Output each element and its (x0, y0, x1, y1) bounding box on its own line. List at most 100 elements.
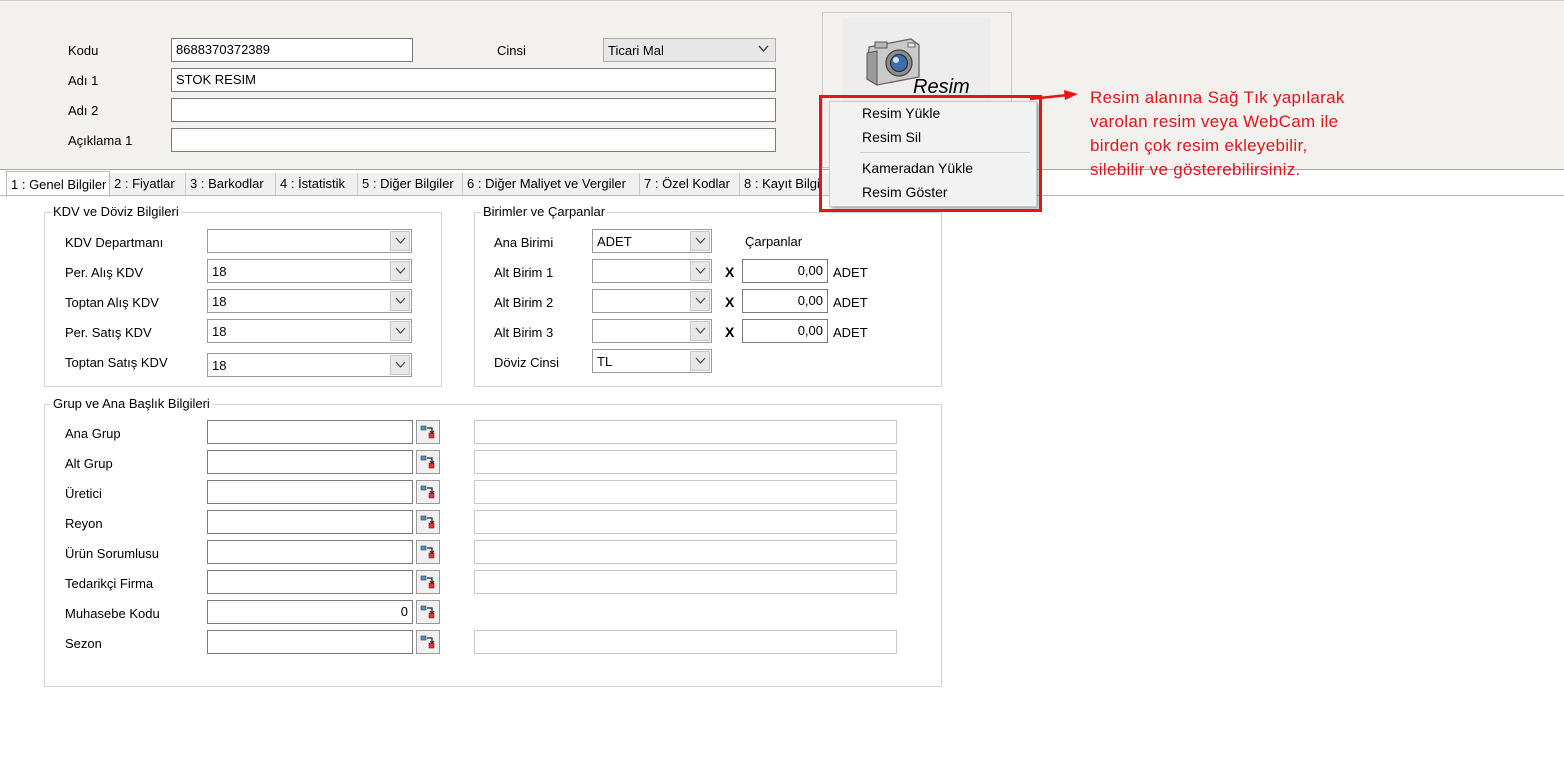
lookup-icon[interactable] (416, 540, 440, 564)
ana-birim-value: ADET (597, 234, 632, 249)
chevron-down-icon[interactable] (690, 231, 710, 251)
grup-group-title: Grup ve Ana Başlık Bilgileri (51, 396, 212, 412)
aciklama1-input[interactable] (171, 128, 776, 152)
alt-grup-label: Alt Grup (65, 456, 113, 471)
sezon-label: Sezon (65, 636, 102, 651)
tab-genel-bilgiler[interactable]: 1 : Genel Bilgiler (6, 171, 110, 197)
toptan-alis-kdv-select[interactable]: 18 (207, 289, 412, 313)
alt-birim-1-factor[interactable]: 0,00 (742, 259, 828, 283)
birim-group-title: Birimler ve Çarpanlar (481, 204, 608, 220)
uretici-input[interactable] (207, 480, 413, 504)
kdv-group-title: KDV ve Döviz Bilgileri (51, 204, 181, 220)
alt-birim-3-unit: ADET (833, 325, 868, 340)
per-satis-kdv-label: Per. Satış KDV (65, 325, 152, 340)
per-alis-kdv-select[interactable]: 18 (207, 259, 412, 283)
per-alis-kdv-value: 18 (212, 264, 227, 279)
alt-birim-2-select[interactable] (592, 289, 712, 313)
tab-strip: 1 : Genel Bilgiler 2 : Fiyatlar 3 : Bark… (0, 170, 840, 197)
tedarikci-firma-label: Tedarikçi Firma (65, 576, 154, 591)
lookup-icon[interactable] (416, 630, 440, 654)
lookup-icon[interactable] (416, 600, 440, 624)
lookup-icon[interactable] (416, 480, 440, 504)
tab-barkodlar[interactable]: 3 : Barkodlar (186, 173, 276, 195)
cinsi-value: Ticari Mal (608, 43, 664, 58)
chevron-down-icon[interactable] (690, 291, 710, 311)
kodu-label: Kodu (68, 43, 99, 58)
annotation-line-2: varolan resim veya WebCam ile (1090, 112, 1339, 131)
tab-kayit-bilgi[interactable]: 8 : Kayıt Bilgi (740, 173, 830, 195)
kdv-departman-label: KDV Departmanı (65, 235, 164, 250)
alt-grup-input[interactable] (207, 450, 413, 474)
cinsi-select[interactable]: Ticari Mal (603, 38, 776, 62)
toptan-satis-kdv-value: 18 (212, 358, 227, 373)
toptan-satis-kdv-select[interactable]: 18 (207, 353, 412, 377)
sezon-input[interactable] (207, 630, 413, 654)
toptan-alis-kdv-value: 18 (212, 294, 227, 309)
per-alis-kdv-label: Per. Alış KDV (65, 265, 144, 280)
chevron-down-icon[interactable] (690, 321, 710, 341)
alt-birim-2-unit: ADET (833, 295, 868, 310)
alt-birim-1-select[interactable] (592, 259, 712, 283)
lookup-icon[interactable] (416, 450, 440, 474)
per-satis-kdv-select[interactable]: 18 (207, 319, 412, 343)
tab-ozel-kodlar[interactable]: 7 : Özel Kodlar (640, 173, 740, 195)
uretici-desc (474, 480, 897, 504)
reyon-desc (474, 510, 897, 534)
alt-birim-2-factor[interactable]: 0,00 (742, 289, 828, 313)
toptan-satis-kdv-label: Toptan Satış KDV (65, 355, 168, 370)
alt-birim-1-label: Alt Birim 1 (494, 265, 554, 280)
ana-grup-label: Ana Grup (65, 426, 121, 441)
carpanlar-label: Çarpanlar (745, 234, 803, 249)
chevron-down-icon[interactable] (690, 261, 710, 281)
tedarikci-firma-desc (474, 570, 897, 594)
alt-birim-2-label: Alt Birim 2 (494, 295, 554, 310)
adi2-label: Adı 2 (68, 103, 99, 118)
alt-birim-3-select[interactable] (592, 319, 712, 343)
adi2-input[interactable] (171, 98, 776, 122)
tab-divider (0, 195, 1564, 196)
ana-grup-input[interactable] (207, 420, 413, 444)
muhasebe-kodu-label: Muhasebe Kodu (65, 606, 160, 621)
kodu-input[interactable]: 8688370372389 (171, 38, 413, 62)
arrow-icon (1029, 90, 1078, 101)
urun-sorumlusu-label: Ürün Sorumlusu (65, 546, 159, 561)
doviz-cinsi-label: Döviz Cinsi (494, 355, 560, 370)
doviz-cinsi-value: TL (597, 354, 613, 369)
alt-grup-desc (474, 450, 897, 474)
chevron-down-icon[interactable] (390, 231, 410, 251)
cinsi-label: Cinsi (497, 43, 526, 58)
muhasebe-kodu-input[interactable]: 0 (207, 600, 413, 624)
chevron-down-icon[interactable] (690, 351, 710, 371)
urun-sorumlusu-input[interactable] (207, 540, 413, 564)
tab-diger-maliyet[interactable]: 6 : Diğer Maliyet ve Vergiler (463, 173, 640, 195)
adi1-label: Adı 1 (68, 73, 99, 88)
chevron-down-icon[interactable] (390, 355, 410, 375)
ana-birim-label: Ana Birimi (494, 235, 554, 250)
annotation-line-1: Resim alanına Sağ Tık yapılarak (1090, 88, 1345, 107)
adi1-input[interactable]: STOK RESIM (171, 68, 776, 92)
lookup-icon[interactable] (416, 570, 440, 594)
tab-diger-bilgiler[interactable]: 5 : Diğer Bilgiler (358, 173, 463, 195)
tab-istatistik[interactable]: 4 : İstatistik (276, 173, 358, 195)
kdv-departman-select[interactable] (207, 229, 412, 253)
chevron-down-icon[interactable] (390, 261, 410, 281)
lookup-icon[interactable] (416, 420, 440, 444)
alt-birim-3-label: Alt Birim 3 (494, 325, 554, 340)
reyon-input[interactable] (207, 510, 413, 534)
doviz-cinsi-select[interactable]: TL (592, 349, 712, 373)
tab-fiyatlar[interactable]: 2 : Fiyatlar (110, 173, 186, 195)
chevron-down-icon[interactable] (390, 321, 410, 341)
alt-birim-3-factor[interactable]: 0,00 (742, 319, 828, 343)
uretici-label: Üretici (65, 486, 102, 501)
ana-grup-desc (474, 420, 897, 444)
annotation-line-4: silebilir ve gösterebilirsiniz. (1090, 160, 1301, 179)
lookup-icon[interactable] (416, 510, 440, 534)
tedarikci-firma-input[interactable] (207, 570, 413, 594)
reyon-label: Reyon (65, 516, 103, 531)
highlight-box (819, 95, 1042, 212)
toptan-alis-kdv-label: Toptan Alış KDV (65, 295, 159, 310)
chevron-down-icon[interactable] (754, 40, 774, 60)
urun-sorumlusu-desc (474, 540, 897, 564)
chevron-down-icon[interactable] (390, 291, 410, 311)
ana-birim-select[interactable]: ADET (592, 229, 712, 253)
